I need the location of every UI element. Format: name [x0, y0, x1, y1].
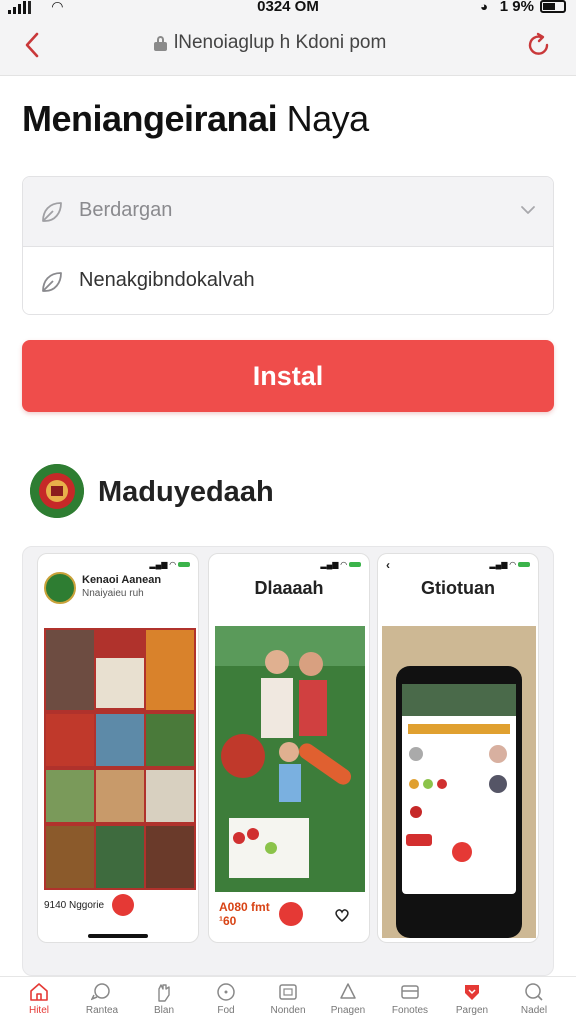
- mini-status-bar: ▂▄▆ ◠: [149, 560, 190, 569]
- install-button[interactable]: Instal: [22, 340, 554, 412]
- select-placeholder: Berdargan: [79, 199, 173, 221]
- drop-icon: [340, 983, 356, 999]
- home-icon: [30, 983, 48, 1001]
- action-button: [112, 894, 134, 916]
- nav-label: Fod: [217, 1005, 235, 1016]
- nav-item-search[interactable]: Nadel: [503, 981, 565, 1016]
- heart-icon: [335, 909, 349, 922]
- screenshot-2[interactable]: ▂▄▆ ◠ Dlaaaah A080 fmt ¹60: [208, 553, 370, 943]
- price-line-2: ¹60: [219, 914, 237, 928]
- nav-item-chat[interactable]: Rantea: [71, 981, 133, 1016]
- battery-percent: 1 9%: [499, 0, 534, 15]
- screenshot-footer-text: 9140 Nggorie: [44, 900, 105, 911]
- alarm-icon: ◕: [480, 0, 488, 14]
- nav-label: Pnagen: [330, 1005, 366, 1016]
- gallery-icon: [279, 984, 297, 1000]
- nav-label: Nadel: [520, 1005, 548, 1016]
- form-card: Berdargan Nenakgibndokalvah: [22, 176, 554, 315]
- screenshot-header-title: Kenaoi Aanean: [82, 574, 162, 586]
- nav-item-drop[interactable]: Pnagen: [317, 981, 379, 1016]
- mini-status-bar: ▂▄▆ ◠: [489, 560, 530, 569]
- search-icon: [525, 983, 543, 1001]
- app-name: Maduyedaah: [98, 476, 274, 508]
- nav-label: Fonotes: [391, 1005, 429, 1016]
- screenshot-title: Dlaaaah: [254, 578, 324, 598]
- category-select[interactable]: Berdargan: [23, 177, 553, 247]
- mini-status-bar: ▂▄▆ ◠: [320, 560, 361, 569]
- nav-label: Pargen: [455, 1005, 489, 1016]
- price-text: A080 fmt ¹60: [219, 900, 270, 928]
- nav-item-home[interactable]: Hitel: [8, 981, 70, 1016]
- screenshot-1[interactable]: ▂▄▆ ◠ Kenaoi Aanean Nnaiyaieu ruh 9140 N…: [37, 553, 199, 943]
- featured-photo: [215, 626, 365, 892]
- lock-icon: [154, 36, 167, 51]
- progress-bar: [88, 934, 148, 938]
- input-value: Nenakgibndokalvah: [79, 269, 255, 291]
- chevron-down-icon: [521, 206, 535, 214]
- nav-label: Hitel: [28, 1005, 49, 1016]
- screenshot-title: Gtiotuan: [421, 578, 495, 598]
- chevron-left-icon: ‹: [386, 558, 390, 572]
- page-title-light: Naya: [286, 98, 370, 139]
- nav-item-card[interactable]: Fonotes: [379, 981, 441, 1016]
- nav-label: Nonden: [270, 1005, 306, 1016]
- nav-item-hand[interactable]: Blan: [133, 981, 195, 1016]
- browser-url-bar: lNenoiaglup h Kdoni pom: [0, 18, 576, 76]
- compass-icon: [217, 983, 235, 1001]
- chat-icon: [91, 983, 110, 1001]
- screenshot-header-subtitle: Nnaiyaieu ruh: [82, 588, 144, 599]
- phone-screen: [402, 684, 516, 894]
- card-icon: [401, 985, 419, 999]
- status-time: 0324 OM: [257, 0, 319, 15]
- photo-grid: [44, 628, 196, 890]
- reload-icon: [528, 32, 549, 55]
- battery-icon: [540, 0, 566, 13]
- nav-item-heart[interactable]: Pargen: [441, 981, 503, 1016]
- hand-icon: [158, 984, 170, 1002]
- nav-item-compass[interactable]: Fod: [195, 981, 257, 1016]
- app-logo: [30, 464, 84, 518]
- nav-label: Rantea: [85, 1005, 119, 1016]
- nav-item-gallery[interactable]: Nonden: [257, 981, 319, 1016]
- status-bar: ◠ 0324 OM ◕ 1 9%: [0, 0, 576, 18]
- action-button: [279, 902, 303, 926]
- name-input[interactable]: Nenakgibndokalvah: [23, 247, 553, 314]
- reload-button[interactable]: [524, 30, 554, 60]
- leaf-icon: [42, 202, 62, 222]
- screenshot-3[interactable]: ‹ ▂▄▆ ◠ Gtiotuan: [377, 553, 539, 943]
- back-button[interactable]: [20, 28, 46, 62]
- leaf-icon: [42, 272, 62, 292]
- heart-icon: [465, 985, 479, 1000]
- page-title: Meniangeiranai Naya: [22, 98, 369, 140]
- avatar: [44, 572, 76, 604]
- nav-label: Blan: [153, 1005, 174, 1016]
- price-line-1: A080 fmt: [219, 900, 270, 914]
- chevron-left-icon: [25, 32, 39, 58]
- url-text[interactable]: lNenoiaglup h Kdoni pom: [174, 32, 386, 54]
- bottom-nav: Hitel Rantea Blan Fod Nonden Pnagen Fono…: [0, 976, 576, 1024]
- page-title-bold: Meniangeiranai: [22, 98, 278, 139]
- screenshot-gallery[interactable]: ▂▄▆ ◠ Kenaoi Aanean Nnaiyaieu ruh 9140 N…: [22, 546, 554, 976]
